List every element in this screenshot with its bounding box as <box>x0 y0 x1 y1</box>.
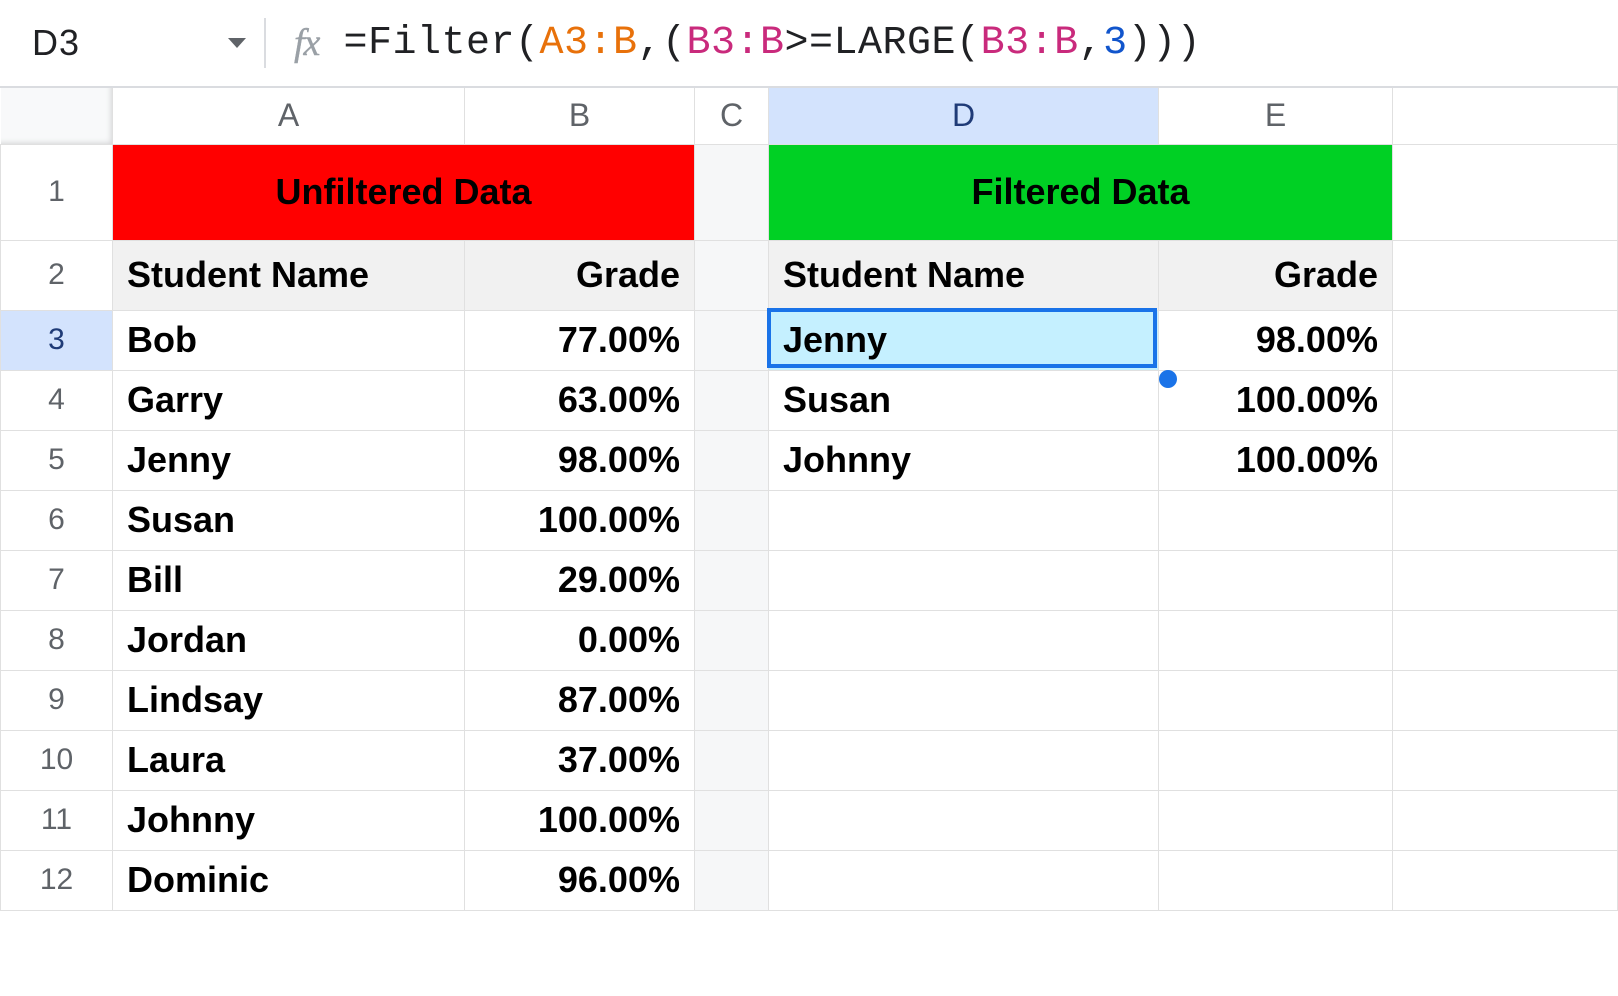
row-header-10[interactable]: 10 <box>1 730 113 790</box>
cell-B7[interactable]: 29.00% <box>465 550 695 610</box>
cell-C11[interactable] <box>695 790 769 850</box>
row-7: 7Bill29.00% <box>1 550 1618 610</box>
cell-E7[interactable] <box>1159 550 1393 610</box>
row-12: 12Dominic96.00% <box>1 850 1618 910</box>
cell-A3[interactable]: Bob <box>113 310 465 370</box>
cell-E12[interactable] <box>1159 850 1393 910</box>
col-header-B[interactable]: B <box>465 88 695 144</box>
row-9: 9Lindsay87.00% <box>1 670 1618 730</box>
cell-D3[interactable]: Jenny <box>769 310 1159 370</box>
formula-bar: D3 fx =Filter(A3:B,(B3:B>=LARGE(B3:B,3))… <box>0 0 1618 88</box>
row-11: 11Johnny100.00% <box>1 790 1618 850</box>
cell-E3[interactable]: 98.00% <box>1159 310 1393 370</box>
cell-D10[interactable] <box>769 730 1159 790</box>
cell-C10[interactable] <box>695 730 769 790</box>
fx-icon[interactable]: fx <box>294 21 319 65</box>
spreadsheet-grid[interactable]: A B C D E 1 Unfiltered Data Filtered Dat… <box>0 88 1618 996</box>
cell-C3[interactable] <box>695 310 769 370</box>
cell-D6[interactable] <box>769 490 1159 550</box>
cell-A5[interactable]: Jenny <box>113 430 465 490</box>
name-box[interactable]: D3 <box>26 0 264 87</box>
column-headers: A B C D E <box>1 88 1618 144</box>
row-6: 6Susan100.00% <box>1 490 1618 550</box>
cell-C2[interactable] <box>695 240 769 310</box>
cell-C5[interactable] <box>695 430 769 490</box>
row-2: 2 Student Name Grade Student Name Grade <box>1 240 1618 310</box>
row-header-3[interactable]: 3 <box>1 310 113 370</box>
row-header-7[interactable]: 7 <box>1 550 113 610</box>
title-filtered[interactable]: Filtered Data <box>769 144 1393 240</box>
cell-C8[interactable] <box>695 610 769 670</box>
cell-C12[interactable] <box>695 850 769 910</box>
cell-E9[interactable] <box>1159 670 1393 730</box>
cell-B10[interactable]: 37.00% <box>465 730 695 790</box>
row-4: 4Garry63.00% Susan100.00% <box>1 370 1618 430</box>
cell-C1[interactable] <box>695 144 769 240</box>
header-grade-filtered[interactable]: Grade <box>1159 240 1393 310</box>
cell-B5[interactable]: 98.00% <box>465 430 695 490</box>
cell-C9[interactable] <box>695 670 769 730</box>
row-10: 10Laura37.00% <box>1 730 1618 790</box>
cell-E10[interactable] <box>1159 730 1393 790</box>
cell-A12[interactable]: Dominic <box>113 850 465 910</box>
chevron-down-icon[interactable] <box>228 38 246 48</box>
cell-D12[interactable] <box>769 850 1159 910</box>
cell-B12[interactable]: 96.00% <box>465 850 695 910</box>
cell-E6[interactable] <box>1159 490 1393 550</box>
title-unfiltered[interactable]: Unfiltered Data <box>113 144 695 240</box>
row-header-8[interactable]: 8 <box>1 610 113 670</box>
cell-B11[interactable]: 100.00% <box>465 790 695 850</box>
cell-B6[interactable]: 100.00% <box>465 490 695 550</box>
row-header-4[interactable]: 4 <box>1 370 113 430</box>
cell-A8[interactable]: Jordan <box>113 610 465 670</box>
divider <box>264 18 266 68</box>
cell-C6[interactable] <box>695 490 769 550</box>
row-header-2[interactable]: 2 <box>1 240 113 310</box>
cell-D11[interactable] <box>769 790 1159 850</box>
cell-A11[interactable]: Johnny <box>113 790 465 850</box>
row-header-9[interactable]: 9 <box>1 670 113 730</box>
row-5: 5Jenny98.00% Johnny100.00% <box>1 430 1618 490</box>
select-all-corner[interactable] <box>1 88 113 144</box>
row-header-12[interactable]: 12 <box>1 850 113 910</box>
cell-C7[interactable] <box>695 550 769 610</box>
row-8: 8Jordan0.00% <box>1 610 1618 670</box>
cell-B3[interactable]: 77.00% <box>465 310 695 370</box>
cell-A4[interactable]: Garry <box>113 370 465 430</box>
name-box-value: D3 <box>32 22 80 64</box>
cell-C4[interactable] <box>695 370 769 430</box>
row-header-11[interactable]: 11 <box>1 790 113 850</box>
cell-D8[interactable] <box>769 610 1159 670</box>
header-student-name-unfiltered[interactable]: Student Name <box>113 240 465 310</box>
cell-A7[interactable]: Bill <box>113 550 465 610</box>
cell-B8[interactable]: 0.00% <box>465 610 695 670</box>
cell-E4[interactable]: 100.00% <box>1159 370 1393 430</box>
col-header-A[interactable]: A <box>113 88 465 144</box>
formula-input[interactable]: =Filter(A3:B,(B3:B>=LARGE(B3:B,3))) <box>343 21 1201 66</box>
col-header-D[interactable]: D <box>769 88 1159 144</box>
col-header-C[interactable]: C <box>695 88 769 144</box>
cell-D4[interactable]: Susan <box>769 370 1159 430</box>
cell-A10[interactable]: Laura <box>113 730 465 790</box>
cell-E11[interactable] <box>1159 790 1393 850</box>
cell-D7[interactable] <box>769 550 1159 610</box>
col-header-E[interactable]: E <box>1159 88 1393 144</box>
row-header-6[interactable]: 6 <box>1 490 113 550</box>
header-student-name-filtered[interactable]: Student Name <box>769 240 1159 310</box>
cell-D9[interactable] <box>769 670 1159 730</box>
row-header-5[interactable]: 5 <box>1 430 113 490</box>
row-1: 1 Unfiltered Data Filtered Data <box>1 144 1618 240</box>
row-header-1[interactable]: 1 <box>1 144 113 240</box>
cell-D5[interactable]: Johnny <box>769 430 1159 490</box>
header-grade-unfiltered[interactable]: Grade <box>465 240 695 310</box>
cell-E5[interactable]: 100.00% <box>1159 430 1393 490</box>
cell-A6[interactable]: Susan <box>113 490 465 550</box>
cell-B9[interactable]: 87.00% <box>465 670 695 730</box>
cell-A9[interactable]: Lindsay <box>113 670 465 730</box>
cell-B4[interactable]: 63.00% <box>465 370 695 430</box>
cell-E8[interactable] <box>1159 610 1393 670</box>
row-3: 3Bob77.00% Jenny98.00% <box>1 310 1618 370</box>
